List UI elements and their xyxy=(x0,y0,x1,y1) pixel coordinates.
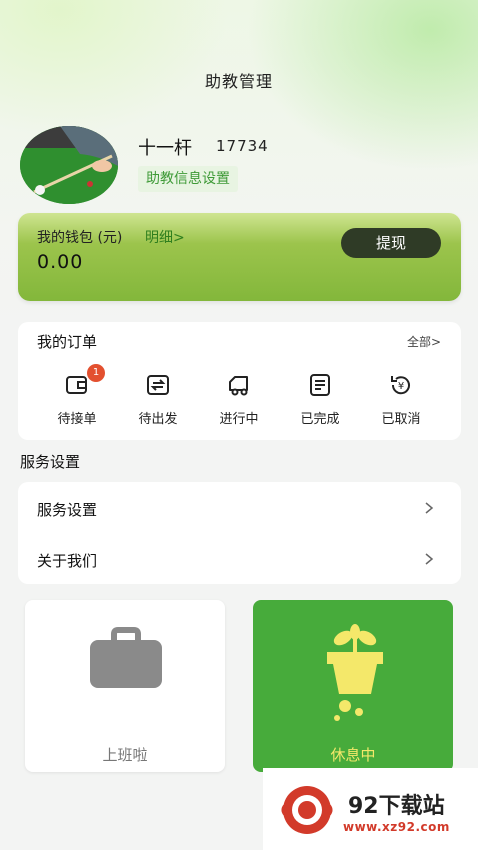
go-to-work-button[interactable]: 上班啦 xyxy=(25,600,225,772)
service-row-label: 关于我们 xyxy=(37,552,98,570)
status-label: 上班啦 xyxy=(102,746,148,764)
order-label: 进行中 xyxy=(219,412,259,427)
wallet-detail-link[interactable]: 明细> xyxy=(145,227,185,247)
wallet-title: 我的钱包 (元) xyxy=(37,230,123,246)
orders-card: 我的订单 全部> 1 待接单 待出发 进行中 已完成 ¥ 已取消 xyxy=(18,322,461,440)
assistant-info-settings-button[interactable]: 助教信息设置 xyxy=(138,166,238,192)
watermark-url: www.xz92.com xyxy=(343,820,450,834)
watermark: 92下载站 www.xz92.com xyxy=(263,768,478,850)
withdraw-button[interactable]: 提现 xyxy=(341,228,441,258)
order-status-in-progress[interactable]: 进行中 xyxy=(209,372,269,427)
depart-icon xyxy=(147,375,169,395)
truck-icon xyxy=(229,376,248,396)
refund-icon: ¥ xyxy=(391,376,410,395)
briefcase-icon xyxy=(90,627,162,688)
site-logo-icon xyxy=(281,786,333,834)
service-card: 服务设置 关于我们 xyxy=(18,482,461,584)
order-label: 待接单 xyxy=(57,412,97,427)
potted-plant-icon xyxy=(327,624,383,721)
order-label: 已取消 xyxy=(381,412,421,427)
order-badge: 1 xyxy=(87,364,105,382)
order-label: 已完成 xyxy=(300,412,340,427)
service-section-title: 服务设置 xyxy=(20,453,81,471)
page-title: 助教管理 xyxy=(204,72,273,91)
orders-title: 我的订单 xyxy=(37,333,98,351)
wallet-card: 我的钱包 (元) 明细> 0.00 提现 xyxy=(18,213,461,301)
service-settings-row[interactable]: 服务设置 xyxy=(18,484,461,534)
profile-section: 十一杆 17734 助教信息设置 xyxy=(20,126,460,206)
resting-button[interactable]: 休息中 xyxy=(253,600,453,772)
service-row-label: 服务设置 xyxy=(37,501,98,519)
svg-text:¥: ¥ xyxy=(398,381,404,392)
order-status-pending-accept[interactable]: 1 待接单 xyxy=(47,364,107,427)
profile-name: 十一杆 xyxy=(138,138,192,159)
orders-all-link[interactable]: 全部> xyxy=(407,333,441,350)
watermark-title: 92下载站 xyxy=(348,794,445,819)
order-status-cancelled[interactable]: ¥ 已取消 xyxy=(371,372,431,427)
order-status-pending-depart[interactable]: 待出发 xyxy=(128,372,188,427)
chevron-right-icon xyxy=(425,502,434,514)
wallet-icon xyxy=(66,376,87,394)
status-label: 休息中 xyxy=(330,746,376,764)
about-us-row[interactable]: 关于我们 xyxy=(18,535,461,585)
profile-id: 17734 xyxy=(216,137,269,155)
wallet-balance: 0.00 xyxy=(37,251,84,273)
avatar[interactable] xyxy=(20,126,118,204)
order-label: 待出发 xyxy=(138,412,178,427)
order-status-completed[interactable]: 已完成 xyxy=(290,372,350,427)
document-icon xyxy=(310,374,330,396)
chevron-right-icon xyxy=(425,553,434,565)
